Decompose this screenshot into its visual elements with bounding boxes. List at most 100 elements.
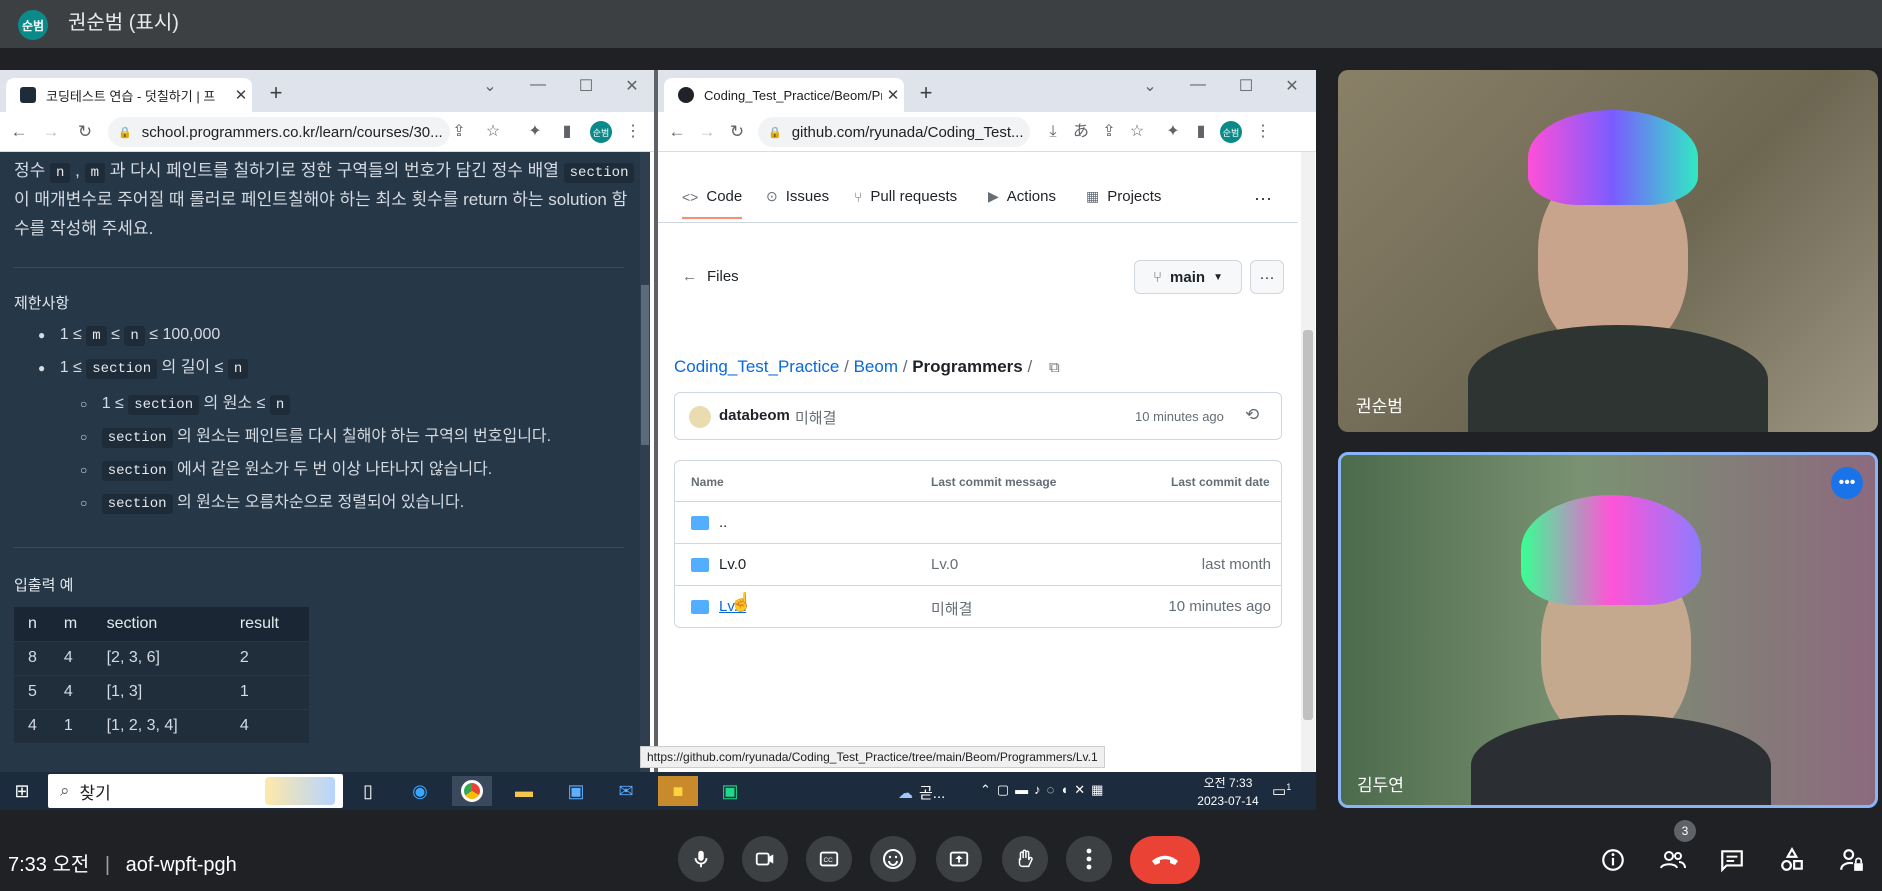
more-tabs-icon[interactable]: ··· (1254, 188, 1272, 209)
maximize-button[interactable]: ☐ (1226, 76, 1266, 96)
copy-path-icon[interactable]: ⧉ (1049, 359, 1060, 376)
back-icon[interactable]: ← (8, 122, 30, 142)
close-tab-icon[interactable]: ✕ (230, 86, 252, 104)
right-scrollbar-thumb[interactable] (1303, 330, 1313, 720)
captions-button[interactable]: CC (806, 836, 852, 882)
code-section: section (101, 494, 173, 514)
presenter-bar: 순범 권순범 (표시) (0, 0, 1882, 48)
leave-call-button[interactable] (1130, 836, 1200, 884)
latest-commit-box: databeom 미해결 10 minutes ago ⟲ (674, 392, 1282, 440)
sticky-notes-icon[interactable]: ■ (658, 776, 698, 806)
activities-button[interactable] (1772, 840, 1812, 880)
history-icon[interactable]: ⟲ (1245, 405, 1259, 425)
extensions-icon[interactable]: ✦ (524, 122, 546, 142)
meeting-details-button[interactable] (1593, 840, 1633, 880)
left-address-bar[interactable]: 🔒 school.programmers.co.kr/learn/courses… (108, 117, 450, 147)
status-bar-url: https://github.com/ryunada/Coding_Test_P… (640, 746, 1105, 768)
left-scrollbar-thumb[interactable] (641, 285, 649, 445)
table-row[interactable]: Lv.1 미해결 10 minutes ago (675, 585, 1281, 627)
participant-tile-2[interactable]: ••• 김두연 (1338, 452, 1878, 808)
reactions-button[interactable] (870, 836, 916, 882)
more-options-button[interactable] (1066, 836, 1112, 882)
taskbar-clock[interactable]: 오전 7:33 2023-07-14 (1192, 774, 1264, 808)
share-icon[interactable]: ⇪ (1098, 122, 1120, 142)
mic-button[interactable] (678, 836, 724, 882)
forward-icon[interactable]: → (696, 122, 718, 142)
tab-search-icon[interactable]: ⌄ (1130, 76, 1170, 96)
minimize-button[interactable]: — (518, 76, 558, 94)
new-tab-button[interactable]: + (914, 82, 938, 104)
text: 의 원소는 오름차순으로 정렬되어 있습니다. (176, 494, 465, 511)
close-window-button[interactable]: ✕ (612, 76, 652, 96)
text: , (75, 161, 80, 180)
close-tab-icon[interactable]: ✕ (882, 86, 904, 104)
profile-avatar[interactable]: 순범 (1220, 121, 1242, 143)
close-window-button[interactable]: ✕ (1272, 76, 1312, 96)
files-toggle[interactable]: ← Files (682, 268, 739, 285)
table-row[interactable]: Lv.0 Lv.0 last month (675, 543, 1281, 585)
menu-icon[interactable]: ⋮ (622, 122, 644, 142)
breadcrumb-dir-link[interactable]: Beom (854, 357, 898, 376)
breadcrumb-repo-link[interactable]: Coding_Test_Practice (674, 357, 839, 376)
forward-icon[interactable]: → (40, 122, 62, 142)
tab-issues[interactable]: ⊙ Issues (766, 188, 829, 205)
participant-tile-1[interactable]: 권순범 (1338, 70, 1878, 432)
task-view-icon[interactable]: ▯ (348, 776, 388, 806)
weather-widget[interactable]: ☁ 곧... (898, 782, 945, 803)
file-table: Name Last commit message Last commit dat… (674, 460, 1282, 628)
share-icon[interactable]: ⇪ (448, 122, 470, 142)
side-panel-icon[interactable]: ▮ (556, 122, 578, 142)
store-icon[interactable]: ▣ (556, 776, 596, 806)
raise-hand-button[interactable] (1002, 836, 1048, 882)
meeting-code[interactable]: aof-wpft-pgh (126, 854, 237, 876)
right-tab[interactable]: Coding_Test_Practice/Beom/Pro ✕ (664, 78, 904, 112)
back-icon[interactable]: ← (666, 122, 688, 142)
install-icon[interactable]: ⤓ (1042, 122, 1064, 142)
taskbar-search[interactable]: ⌕ 찾기 (48, 774, 343, 808)
tab-actions[interactable]: ▶ Actions (988, 188, 1056, 205)
more-options-icon[interactable]: ••• (1831, 467, 1863, 499)
file-name[interactable]: .. (719, 514, 727, 531)
bookmark-star-icon[interactable]: ☆ (482, 122, 504, 142)
notification-icon[interactable]: ▭1 (1272, 782, 1291, 800)
minimize-button[interactable]: — (1178, 76, 1218, 94)
left-tab[interactable]: 코딩테스트 연습 - 덧칠하기 | 프 ✕ (6, 78, 252, 112)
edge-icon[interactable]: ◉ (400, 776, 440, 806)
side-panel-icon[interactable]: ▮ (1190, 122, 1212, 142)
table-row[interactable]: .. (675, 501, 1281, 543)
commit-message[interactable]: 미해결 (795, 407, 836, 428)
more-options-button[interactable]: ··· (1250, 260, 1284, 294)
tab-projects[interactable]: ▦ Projects (1086, 188, 1161, 205)
mail-icon[interactable]: ✉ (606, 776, 646, 806)
chrome-icon[interactable] (452, 776, 492, 806)
new-tab-button[interactable]: + (264, 82, 288, 104)
reload-icon[interactable]: ↻ (74, 122, 96, 142)
bookmark-star-icon[interactable]: ☆ (1126, 122, 1148, 142)
tab-search-icon[interactable]: ⌄ (470, 76, 510, 96)
present-button[interactable] (936, 836, 982, 882)
profile-avatar[interactable]: 순범 (590, 121, 612, 143)
maximize-button[interactable]: ☐ (566, 76, 606, 96)
camera-button[interactable] (742, 836, 788, 882)
menu-icon[interactable]: ⋮ (1252, 122, 1274, 142)
left-scrollbar[interactable] (640, 152, 650, 780)
tab-pull-requests[interactable]: ⑂ Pull requests (854, 188, 957, 205)
tab-code[interactable]: <> Code (682, 188, 743, 219)
file-name[interactable]: Lv.0 (719, 556, 746, 573)
people-button[interactable] (1653, 840, 1693, 880)
translate-icon[interactable]: あ (1070, 122, 1092, 142)
branch-selector[interactable]: ⑂ main ▼ (1134, 260, 1242, 294)
commit-author[interactable]: databeom (719, 407, 790, 424)
pycharm-icon[interactable]: ▣ (710, 776, 750, 806)
actions-icon: ▶ (988, 188, 999, 204)
system-tray-icons[interactable]: ⌃▢▬♪◌◖✕▦ (980, 782, 1109, 798)
file-explorer-icon[interactable]: ▬ (504, 776, 544, 806)
windows-start-icon[interactable]: ⊞ (2, 776, 42, 806)
file-commit-message[interactable]: 미해결 (931, 598, 972, 619)
right-address-bar[interactable]: 🔒 github.com/ryunada/Coding_Test... (758, 117, 1030, 147)
file-commit-message[interactable]: Lv.0 (931, 556, 958, 573)
host-controls-button[interactable] (1832, 840, 1872, 880)
extensions-icon[interactable]: ✦ (1162, 122, 1184, 142)
chat-button[interactable] (1712, 840, 1752, 880)
reload-icon[interactable]: ↻ (726, 122, 748, 142)
